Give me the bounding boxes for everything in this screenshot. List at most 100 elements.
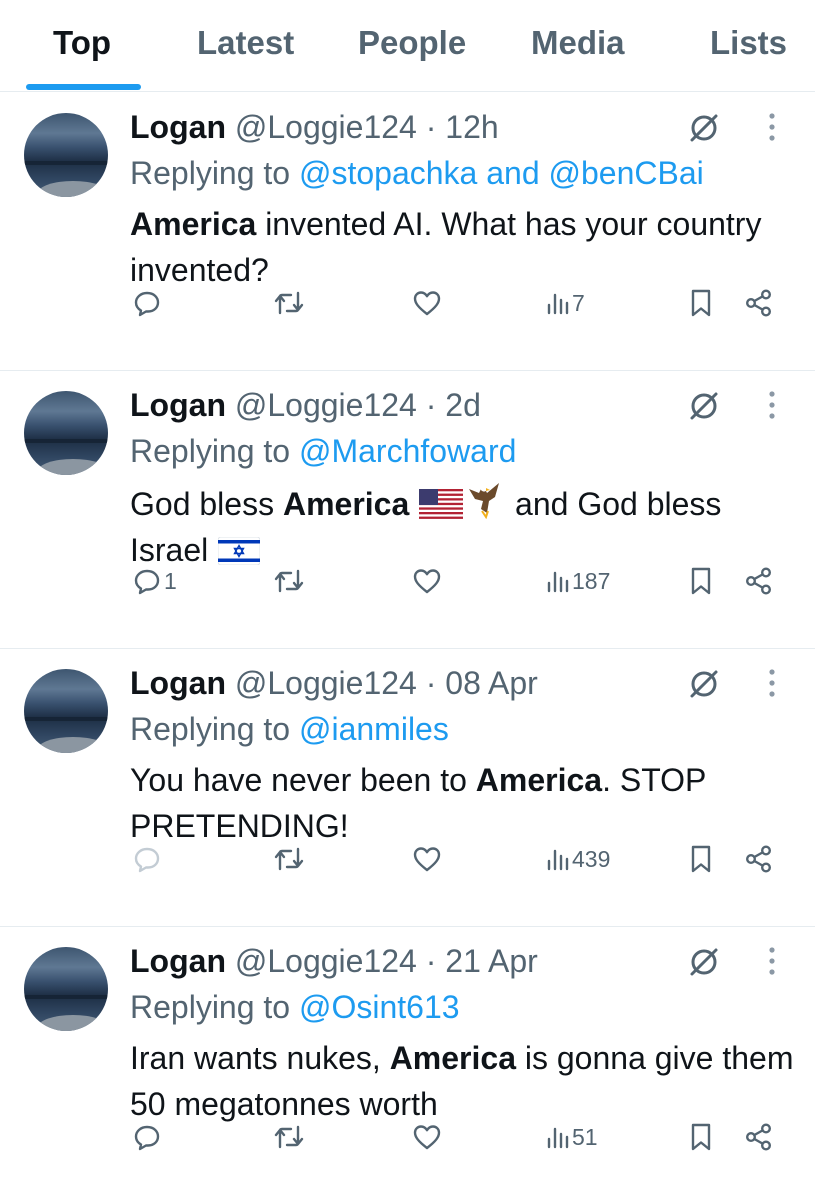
bookmark-button[interactable] <box>688 1117 714 1157</box>
replying-to-link[interactable]: @stopachka and @benCBai <box>299 155 704 191</box>
replying-to-line: Replying to @Marchfoward <box>130 431 516 471</box>
view-count: 51 <box>572 1123 598 1150</box>
cancel-icon[interactable] <box>686 666 722 702</box>
author-name[interactable]: Logan <box>130 665 226 701</box>
reply-button[interactable] <box>133 283 164 323</box>
tweet[interactable]: Logan @Loggie124 · 21 Apr Replying to @O… <box>0 927 815 1200</box>
reply-icon <box>134 1125 160 1151</box>
bookmark-button[interactable] <box>688 561 714 601</box>
replying-to-link[interactable]: @Marchfoward <box>299 433 516 469</box>
highlighted-keyword: America <box>389 1040 516 1076</box>
views-button[interactable]: 439 <box>547 839 610 879</box>
retweet-icon <box>274 847 304 871</box>
retweet-button[interactable] <box>272 1117 309 1157</box>
reply-button[interactable]: 1 <box>133 561 177 601</box>
share-button[interactable] <box>744 839 774 879</box>
eagle-emoji <box>469 483 500 519</box>
views-button[interactable]: 51 <box>547 1117 598 1157</box>
share-icon <box>746 567 772 595</box>
tweet-timestamp[interactable]: 21 Apr <box>445 943 538 979</box>
tweet-text: Iran wants nukes, America is gonna give … <box>130 1040 794 1122</box>
separator-dot: · <box>425 387 437 423</box>
author-handle[interactable]: @Loggie124 <box>235 387 417 423</box>
tweet-timestamp[interactable]: 2d <box>445 387 481 423</box>
replying-to-link[interactable]: @Osint613 <box>299 989 460 1025</box>
reply-button[interactable] <box>133 1117 164 1157</box>
share-button[interactable] <box>744 283 774 323</box>
like-button[interactable] <box>412 283 445 323</box>
replying-prefix: Replying to <box>130 155 291 191</box>
replying-to-line: Replying to @stopachka and @benCBai <box>130 153 704 193</box>
like-button[interactable] <box>412 1117 445 1157</box>
tweet-text: You have never been to America. STOP PRE… <box>130 762 706 844</box>
reply-count: 1 <box>164 567 177 594</box>
tweet-timestamp[interactable]: 08 Apr <box>445 665 538 701</box>
cancel-icon[interactable] <box>686 110 722 146</box>
views-button[interactable]: 187 <box>547 561 610 601</box>
tab-lists[interactable]: Lists <box>710 24 787 62</box>
author-name[interactable]: Logan <box>130 109 226 145</box>
share-button[interactable] <box>744 1117 774 1157</box>
author-handle[interactable]: @Loggie124 <box>235 109 417 145</box>
us-flag-emoji <box>419 489 464 519</box>
author-name[interactable]: Logan <box>130 387 226 423</box>
like-icon <box>413 291 441 316</box>
highlighted-keyword: America <box>282 486 410 522</box>
avatar[interactable] <box>24 113 108 197</box>
share-button[interactable] <box>744 561 774 601</box>
avatar[interactable] <box>24 669 108 753</box>
bookmark-button[interactable] <box>688 283 714 323</box>
bookmark-icon <box>691 1123 711 1151</box>
reply-icon <box>134 847 160 873</box>
view-count: 439 <box>572 845 611 872</box>
views-icon <box>547 571 569 593</box>
like-button[interactable] <box>412 561 445 601</box>
author-handle[interactable]: @Loggie124 <box>235 665 417 701</box>
more-icon[interactable] <box>763 946 781 976</box>
more-icon[interactable] <box>763 668 781 698</box>
view-count: 187 <box>572 567 611 594</box>
tweet[interactable]: Logan @Loggie124 · 08 Apr Replying to @i… <box>0 649 815 927</box>
tweet[interactable]: Logan @Loggie124 · 12h Replying to @stop… <box>0 93 815 371</box>
view-count: 7 <box>572 289 585 316</box>
tweet-header: Logan @Loggie124 · 2d <box>130 385 481 425</box>
tweet-actions: 51 <box>0 1117 815 1157</box>
like-icon <box>413 569 441 594</box>
more-icon[interactable] <box>763 390 781 420</box>
tab-top[interactable]: Top <box>53 24 111 62</box>
retweet-button[interactable] <box>272 839 309 879</box>
share-icon <box>746 1123 772 1151</box>
author-name[interactable]: Logan <box>130 943 226 979</box>
cancel-icon[interactable] <box>686 944 722 980</box>
share-icon <box>746 845 772 873</box>
tweet-timestamp[interactable]: 12h <box>445 109 498 145</box>
cancel-icon[interactable] <box>686 388 722 424</box>
tweet-actions: 439 <box>0 839 815 879</box>
retweet-button[interactable] <box>272 283 309 323</box>
bookmark-button[interactable] <box>688 839 714 879</box>
tweet[interactable]: Logan @Loggie124 · 2d Replying to @March… <box>0 371 815 649</box>
retweet-button[interactable] <box>272 561 309 601</box>
tab-media[interactable]: Media <box>531 24 625 62</box>
views-icon <box>547 1127 569 1149</box>
highlighted-keyword: America <box>475 762 603 798</box>
separator-dot: · <box>425 109 437 145</box>
tab-latest[interactable]: Latest <box>197 24 294 62</box>
highlighted-keyword: America <box>130 206 257 242</box>
author-handle[interactable]: @Loggie124 <box>235 943 417 979</box>
more-icon[interactable] <box>763 112 781 142</box>
like-icon <box>413 1125 441 1150</box>
views-icon <box>547 849 569 871</box>
avatar[interactable] <box>24 947 108 1031</box>
tab-people[interactable]: People <box>358 24 466 62</box>
views-button[interactable]: 7 <box>547 283 585 323</box>
avatar[interactable] <box>24 391 108 475</box>
replying-to-link[interactable]: @ianmiles <box>299 711 449 747</box>
reply-button[interactable] <box>133 839 164 879</box>
separator-dot: · <box>425 665 437 701</box>
replying-to-line: Replying to @Osint613 <box>130 987 460 1027</box>
replying-prefix: Replying to <box>130 711 291 747</box>
like-button[interactable] <box>412 839 445 879</box>
active-tab-indicator <box>26 84 141 90</box>
separator-dot: · <box>425 943 437 979</box>
